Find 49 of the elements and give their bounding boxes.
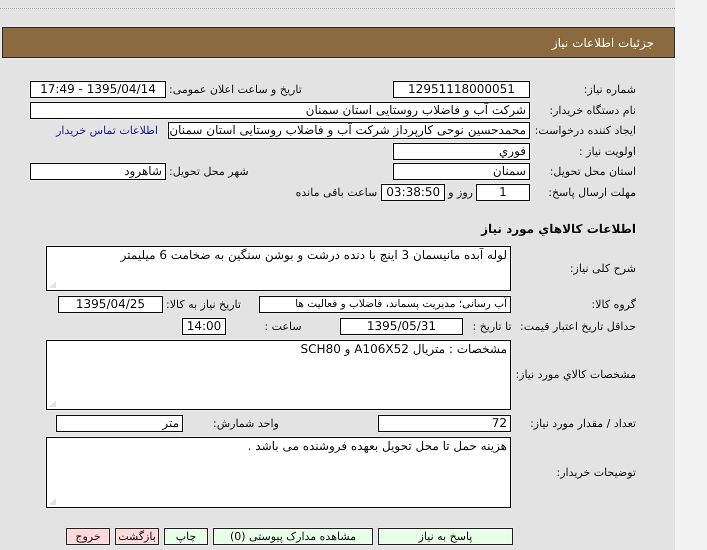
- action-button[interactable]: خروج: [66, 528, 110, 544]
- field-label: شماره نیاز:: [582, 82, 636, 98]
- field-label: گروه کالا:: [590, 296, 636, 312]
- input-field[interactable]: محمدحسین نوحی کارپرداز شرکت آب و فاضلاب روستایی استان سمنان: [168, 122, 530, 139]
- input-field[interactable]: 12951118000051: [393, 81, 530, 98]
- field-label: مشخصات کالاي مورد نياز:: [514, 367, 636, 383]
- field-label: ساعت :: [263, 318, 303, 334]
- resize-grip-icon: [50, 498, 56, 504]
- field-label: مهلت ارسال پاسخ:: [547, 184, 636, 200]
- field-label: تا تاریخ :: [472, 318, 512, 334]
- action-button[interactable]: پاسخ به نیاز: [378, 528, 513, 544]
- page-title: جزئیات اطلاعات نیاز: [552, 34, 654, 52]
- input-field[interactable]: 1: [476, 184, 530, 200]
- field-label: تاریخ نیاز به کالا:: [165, 296, 242, 312]
- field-label: استان محل تحویل:: [548, 164, 636, 180]
- contact-link[interactable]: اطلاعات تماس خریدار: [56, 122, 158, 139]
- field-label: حداقل تاریخ اعتبار قیمت:: [521, 318, 636, 334]
- input-field[interactable]: 72: [378, 414, 511, 432]
- field-label: نام دستگاه خریدار:: [548, 102, 636, 118]
- field-label: ایجاد کننده درخواست:: [534, 123, 636, 139]
- field-label: تاریخ و ساعت اعلان عمومی:: [168, 82, 303, 98]
- field-label: تعداد / مقدار مورد نیاز:: [529, 416, 636, 432]
- field-label: اولویت نیاز :: [578, 144, 636, 160]
- input-field[interactable]: فوري: [393, 142, 530, 160]
- resize-grip-icon: [50, 282, 56, 288]
- field-label: واحد شمارش:: [212, 416, 280, 432]
- input-field[interactable]: متر: [56, 414, 183, 432]
- resize-grip-icon: [50, 400, 56, 406]
- input-field[interactable]: شاهرود: [30, 163, 166, 180]
- text-area[interactable]: مشخصات : متریال A106X52 و SCH80: [46, 340, 511, 410]
- field-label: توضیحات خریدار:: [556, 464, 636, 480]
- field-label: ساعت باقی مانده: [296, 184, 378, 200]
- input-field[interactable]: سمنان: [393, 163, 530, 180]
- input-field[interactable]: شرکت آب و فاضلاب روستایی استان سمنان: [30, 102, 530, 118]
- input-field[interactable]: 1395/04/25: [58, 296, 163, 312]
- action-button[interactable]: مشاهده مدارک پیوستی (0): [213, 528, 373, 544]
- action-button[interactable]: چاپ: [164, 528, 208, 544]
- text-area[interactable]: هزینه حمل تا محل تحویل بعهده فروشنده می باشد .: [46, 436, 511, 508]
- input-field[interactable]: 1395/05/31: [340, 318, 463, 334]
- text-area[interactable]: لوله آبده مانیسمان 3 اینچ با دنده درشت و بوشن سنگین به ضخامت 6 میلیمتر: [46, 246, 511, 290]
- field-label: شهر محل تحویل:: [168, 164, 250, 180]
- field-label: روز و: [448, 184, 473, 200]
- action-button[interactable]: بازگشت: [115, 528, 159, 544]
- input-field[interactable]: آب رسانی؛ مدیریت پسماند، فاضلاب و فعالیت ها: [259, 296, 511, 312]
- input-field[interactable]: 14:00: [182, 318, 226, 334]
- field-label: شرح کلی نیاز:: [568, 260, 636, 276]
- section-heading: اطلاعات کالاهاي مورد نياز: [481, 222, 636, 236]
- input-field[interactable]: 03:38:50: [381, 184, 446, 200]
- input-field[interactable]: 1395/04/14 - 17:49: [30, 81, 166, 98]
